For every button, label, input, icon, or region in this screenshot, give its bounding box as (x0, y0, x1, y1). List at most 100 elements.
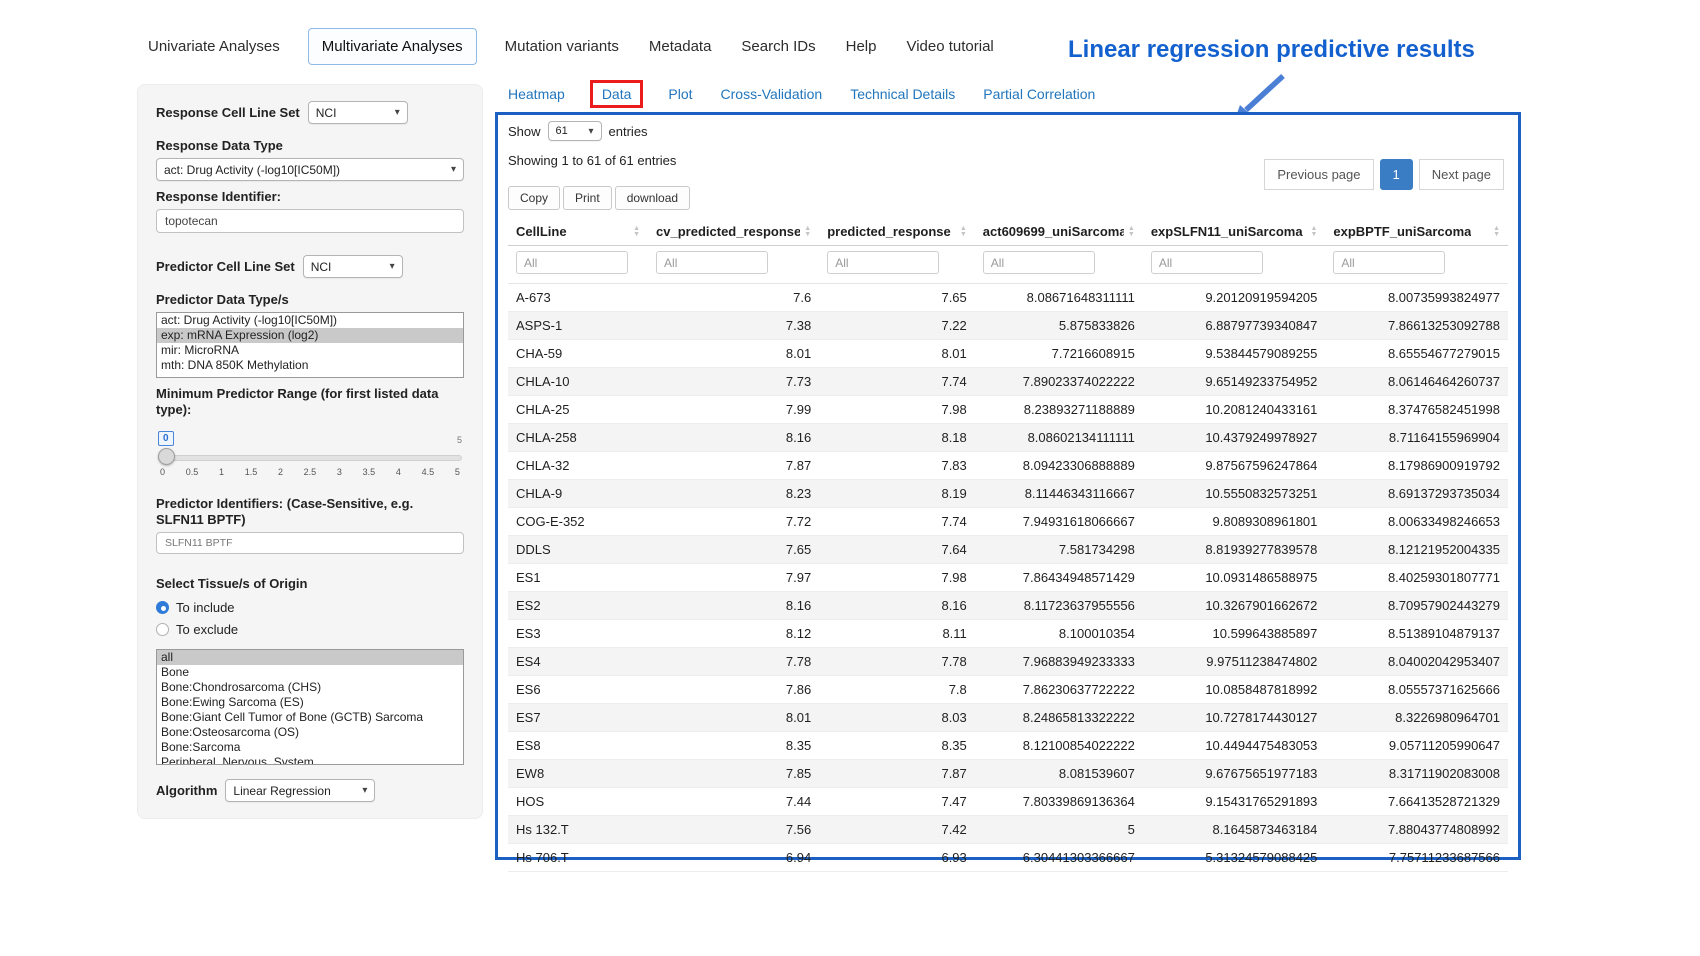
column-header-predicted-response[interactable]: predicted_response▲▼ (819, 218, 975, 246)
tab-data[interactable]: Data (602, 86, 632, 102)
cell-value: 10.4379249978927 (1143, 424, 1326, 452)
sort-icon[interactable]: ▲▼ (960, 226, 967, 238)
slider-ticks: 00.511.522.533.544.55 (160, 467, 460, 477)
response-identifier-input[interactable] (156, 209, 464, 233)
option-all[interactable]: all (157, 650, 463, 665)
cell-value: 7.581734298 (975, 536, 1143, 564)
option-mth-dna-850k-methylation[interactable]: mth: DNA 850K Methylation (157, 358, 463, 373)
entries-count-select[interactable]: 61 ▾ (548, 121, 602, 141)
response-cell-line-set-select[interactable]: NCI ▾ (308, 101, 408, 124)
table-filter-row (508, 246, 1508, 284)
option-bone[interactable]: Bone (157, 665, 463, 680)
option-mir-microrna[interactable]: mir: MicroRNA (157, 343, 463, 358)
cell-value: 7.80339869136364 (975, 788, 1143, 816)
cell-value: 7.66413528721329 (1325, 788, 1508, 816)
radio-to-include[interactable]: To include (156, 600, 464, 615)
radio-label: To exclude (176, 622, 238, 637)
cell-line-name: CHLA-10 (508, 368, 648, 396)
sort-icon[interactable]: ▲▼ (804, 226, 811, 238)
column-label: CellLine (516, 224, 567, 239)
filter-input-expbptf-unisarcoma[interactable] (1333, 251, 1445, 274)
tab-plot[interactable]: Plot (668, 86, 692, 102)
page-1-button[interactable]: 1 (1380, 159, 1413, 190)
cell-value: 7.78 (819, 648, 975, 676)
nav-tab-video-tutorial[interactable]: Video tutorial (904, 29, 995, 64)
filter-input-expslfn11-unisarcoma[interactable] (1151, 251, 1263, 274)
filter-cell (819, 246, 975, 284)
cell-value: 8.12100854022222 (975, 732, 1143, 760)
copy-button[interactable]: Copy (508, 186, 560, 210)
tab-partial-correlation[interactable]: Partial Correlation (983, 86, 1095, 102)
table-row: CHLA-107.737.747.890233740222229.6514923… (508, 368, 1508, 396)
nav-tab-univariate-analyses[interactable]: Univariate Analyses (146, 29, 282, 64)
cell-value: 7.56 (648, 816, 819, 844)
cell-value: 7.8 (819, 676, 975, 704)
slider-handle[interactable] (158, 448, 175, 465)
column-header-cellline[interactable]: CellLine ▲▼ (508, 218, 648, 246)
option-peripheral-nervous-system[interactable]: Peripheral_Nervous_System (157, 755, 463, 765)
response-data-type-select[interactable]: act: Drug Activity (-log10[IC50M]) ▾ (156, 158, 464, 181)
tissue-list[interactable]: allBoneBone:Chondrosarcoma (CHS)Bone:Ewi… (156, 649, 464, 765)
slider-tick: 2 (278, 467, 283, 477)
sort-icon[interactable]: ▲▼ (1310, 226, 1317, 238)
cell-value: 7.97 (648, 564, 819, 592)
slider-tick: 3.5 (363, 467, 376, 477)
table-row: HOS7.447.477.803398691363649.15431765291… (508, 788, 1508, 816)
filter-input-act609699-unisarcoma[interactable] (983, 251, 1095, 274)
predictor-data-type-list[interactable]: act: Drug Activity (-log10[IC50M])exp: m… (156, 312, 464, 378)
cell-value: 7.86434948571429 (975, 564, 1143, 592)
nav-tab-mutation-variants[interactable]: Mutation variants (503, 29, 621, 64)
option-bone-sarcoma[interactable]: Bone:Sarcoma (157, 740, 463, 755)
tab-technical-details[interactable]: Technical Details (850, 86, 955, 102)
predictor-cell-line-set-select[interactable]: NCI ▾ (303, 255, 403, 278)
option-bone-osteosarcoma-os[interactable]: Bone:Osteosarcoma (OS) (157, 725, 463, 740)
cell-line-name: ES4 (508, 648, 648, 676)
cell-value: 10.3267901662672 (1143, 592, 1326, 620)
algorithm-select[interactable]: Linear Regression ▾ (225, 779, 375, 802)
min-range-slider[interactable]: 0 5 00.511.522.533.544.55 (158, 438, 462, 486)
result-tabs: Heatmap Data Plot Cross-Validation Technical… (508, 86, 1095, 102)
entries-count-value: 61 (556, 125, 568, 137)
cell-value: 9.65149233754952 (1143, 368, 1326, 396)
tab-heatmap[interactable]: Heatmap (508, 86, 565, 102)
radio-label: To include (176, 600, 235, 615)
cell-value: 10.4494475483053 (1143, 732, 1326, 760)
download-button[interactable]: download (615, 186, 690, 210)
print-button[interactable]: Print (563, 186, 612, 210)
slider-track[interactable] (158, 455, 462, 461)
column-header-expbptf-unisarcoma[interactable]: expBPTF_uniSarcoma▲▼ (1325, 218, 1508, 246)
cell-value: 8.81939277839578 (1143, 536, 1326, 564)
next-page-button[interactable]: Next page (1419, 159, 1504, 190)
cell-value: 7.73 (648, 368, 819, 396)
column-header-act609699-unisarcoma[interactable]: act609699_uniSarcoma▲▼ (975, 218, 1143, 246)
tab-cross-validation[interactable]: Cross-Validation (721, 86, 823, 102)
algorithm-value: Linear Regression (233, 784, 330, 798)
page: Univariate Analyses Multivariate Analyses… (0, 0, 1700, 956)
predictor-identifiers-input[interactable] (156, 532, 464, 554)
chevron-down-icon: ▾ (395, 107, 400, 118)
nav-tab-help[interactable]: Help (844, 29, 879, 64)
cell-value: 8.01 (648, 704, 819, 732)
column-header-cv-predicted-response[interactable]: cv_predicted_response▲▼ (648, 218, 819, 246)
filter-input-cellline[interactable] (516, 251, 628, 274)
option-exp-mrna-expression-log2[interactable]: exp: mRNA Expression (log2) (157, 328, 463, 343)
nav-tab-search-ids[interactable]: Search IDs (739, 29, 817, 64)
option-act-drug-activity-log10-ic50m[interactable]: act: Drug Activity (-log10[IC50M]) (157, 313, 463, 328)
option-bone-chondrosarcoma-chs[interactable]: Bone:Chondrosarcoma (CHS) (157, 680, 463, 695)
cell-value: 5.31324579088425 (1143, 844, 1326, 872)
cell-line-name: ASPS-1 (508, 312, 648, 340)
nav-tab-metadata[interactable]: Metadata (647, 29, 714, 64)
column-header-expslfn11-unisarcoma[interactable]: expSLFN11_uniSarcoma▲▼ (1143, 218, 1326, 246)
sort-icon[interactable]: ▲▼ (1128, 226, 1135, 238)
option-bone-ewing-sarcoma-es[interactable]: Bone:Ewing Sarcoma (ES) (157, 695, 463, 710)
cell-line-name: CHLA-258 (508, 424, 648, 452)
option-bone-giant-cell-tumor-of-bone-gctb-sarcoma[interactable]: Bone:Giant Cell Tumor of Bone (GCTB) Sar… (157, 710, 463, 725)
cell-value: 7.6 (648, 284, 819, 312)
sort-icon[interactable]: ▲▼ (633, 226, 640, 238)
filter-input-cv-predicted-response[interactable] (656, 251, 768, 274)
radio-to-exclude[interactable]: To exclude (156, 622, 464, 637)
nav-tab-multivariate-analyses[interactable]: Multivariate Analyses (308, 28, 477, 65)
filter-input-predicted-response[interactable] (827, 251, 939, 274)
previous-page-button[interactable]: Previous page (1264, 159, 1373, 190)
sort-icon[interactable]: ▲▼ (1493, 226, 1500, 238)
